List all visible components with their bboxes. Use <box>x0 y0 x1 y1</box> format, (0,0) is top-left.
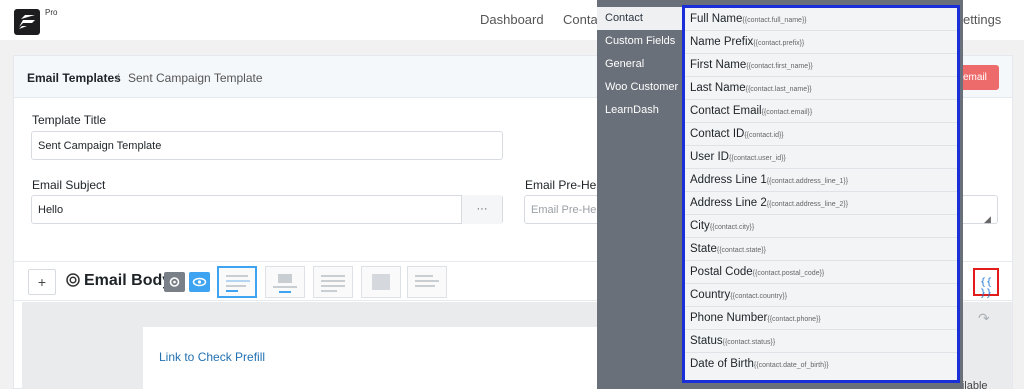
smartcode-tag: {{contact.state}} <box>716 247 766 254</box>
email-subject-label: Email Subject <box>32 178 106 192</box>
resize-handle-icon[interactable]: ◢ <box>984 214 991 225</box>
smartcode-item[interactable]: Status{{contact.status}} <box>685 330 957 353</box>
smartcode-item[interactable]: State{{contact.state}} <box>685 238 957 261</box>
smartcode-label: Contact ID <box>690 128 745 140</box>
design-template-thumb-1[interactable] <box>217 266 257 298</box>
smartcode-item[interactable]: Full Name{{contact.full_name}} <box>685 8 957 31</box>
smartcode-item[interactable]: Last Name{{contact.last_name}} <box>685 77 957 100</box>
smartcode-label: Postal Code <box>690 266 753 278</box>
design-template-thumb-3[interactable] <box>313 266 353 298</box>
design-template-thumb-2[interactable] <box>265 266 305 298</box>
template-title-input[interactable]: Sent Campaign Template <box>31 131 503 160</box>
send-test-email-button[interactable]: email <box>957 65 999 90</box>
smartcode-tag: {{contact.last_name}} <box>745 86 812 93</box>
design-template-thumb-4[interactable] <box>361 266 401 298</box>
app-logo[interactable] <box>14 9 40 35</box>
category-learndash[interactable]: LearnDash <box>597 99 682 122</box>
smartcode-list: Full Name{{contact.full_name}} Name Pref… <box>682 5 960 383</box>
smartcode-item[interactable]: Date of Birth{{contact.date_of_birth}} <box>685 353 957 376</box>
smartcode-item[interactable]: User ID{{contact.user_id}} <box>685 146 957 169</box>
prefill-link[interactable]: Link to Check Prefill <box>159 350 265 364</box>
smartcode-tag: {{contact.country}} <box>730 293 788 300</box>
smartcode-item[interactable]: Address Line 2{{contact.address_line_2}} <box>685 192 957 215</box>
nav-settings[interactable]: ettings <box>963 12 1001 27</box>
smartcode-item[interactable]: Address Line 1{{contact.address_line_1}} <box>685 169 957 192</box>
smartcode-label: State <box>690 243 717 255</box>
smartcode-label: Address Line 2 <box>690 197 767 209</box>
breadcrumb-separator: / <box>116 71 120 85</box>
category-general[interactable]: General <box>597 53 682 76</box>
smartcode-toggle-button[interactable]: {{ }} <box>973 268 999 299</box>
nav-dashboard[interactable]: Dashboard <box>480 12 544 27</box>
smartcode-item[interactable]: City{{contact.city}} <box>685 215 957 238</box>
template-title-label: Template Title <box>32 113 107 127</box>
smartcode-label: Status <box>690 335 723 347</box>
smartcode-tag: {{contact.postal_code}} <box>752 270 825 277</box>
preheader-label: Email Pre-Hea <box>525 178 604 192</box>
smartcode-tag: {{contact.city}} <box>709 224 755 231</box>
redo-icon[interactable]: ↷ <box>978 310 990 327</box>
smartcode-label: Address Line 1 <box>690 174 767 186</box>
smartcode-label: Full Name <box>690 13 743 25</box>
smartcode-label: Contact Email <box>690 105 762 117</box>
smartcode-tag: {{contact.date_of_birth}} <box>753 362 829 369</box>
smartcode-tag: {{contact.full_name}} <box>742 17 807 24</box>
category-custom-fields[interactable]: Custom Fields <box>597 30 682 53</box>
smartcode-item[interactable]: Phone Number{{contact.phone}} <box>685 307 957 330</box>
canvas-paper[interactable]: Link to Check Prefill <box>143 327 663 389</box>
lifebuoy-icon <box>66 273 80 287</box>
email-body-title: Email Body <box>84 272 172 289</box>
gear-icon <box>169 277 180 287</box>
category-contact[interactable]: Contact <box>597 7 682 30</box>
smartcode-label: User ID <box>690 151 729 163</box>
smartcode-tag: {{contact.address_line_1}} <box>766 178 849 185</box>
smartcode-categories: Contact Custom Fields General Woo Custom… <box>597 7 682 122</box>
smartcode-tag: {{contact.first_name}} <box>746 63 813 70</box>
preheader-placeholder: Email Pre-He <box>531 204 597 216</box>
smartcode-tag: {{contact.phone}} <box>767 316 821 323</box>
design-template-thumb-5[interactable] <box>407 266 447 298</box>
smartcode-tag: {{contact.id}} <box>744 132 784 139</box>
breadcrumb-current: Sent Campaign Template <box>128 71 263 85</box>
smartcode-item[interactable]: Country{{contact.country}} <box>685 284 957 307</box>
smartcode-tag: {{contact.address_line_2}} <box>766 201 849 208</box>
add-block-button[interactable]: + <box>28 269 56 295</box>
pro-badge: Pro <box>45 8 58 17</box>
smartcode-label: Date of Birth <box>690 358 754 370</box>
smartcode-item[interactable]: Contact Email{{contact.email}} <box>685 100 957 123</box>
category-woo-customer[interactable]: Woo Customer <box>597 76 682 99</box>
smartcode-label: City <box>690 220 710 232</box>
smartcode-label: Phone Number <box>690 312 768 324</box>
smartcode-item[interactable]: First Name{{contact.first_name}} <box>685 54 957 77</box>
smartcode-label: Last Name <box>690 82 746 94</box>
smartcode-label: Name Prefix <box>690 36 754 48</box>
email-subject-input[interactable]: Hello <box>31 195 503 224</box>
smartcode-item[interactable]: Name Prefix{{contact.prefix}} <box>685 31 957 54</box>
preview-button[interactable] <box>189 272 210 292</box>
subject-smartcode-button[interactable]: ··· <box>461 195 502 224</box>
smartcode-label: First Name <box>690 59 747 71</box>
smartcode-tag: {{contact.user_id}} <box>728 155 786 162</box>
eye-icon <box>192 277 207 287</box>
smartcode-item[interactable]: Postal Code{{contact.postal_code}} <box>685 261 957 284</box>
breadcrumb-root[interactable]: Email Templates <box>27 71 121 85</box>
smartcode-tag: {{contact.status}} <box>722 339 776 346</box>
smartcode-item[interactable]: Contact ID{{contact.id}} <box>685 123 957 146</box>
smartcode-tag: {{contact.email}} <box>761 109 813 116</box>
smartcode-label: Country <box>690 289 731 301</box>
smartcode-tag: {{contact.prefix}} <box>753 40 805 47</box>
smartcode-popover: Contact Custom Fields General Woo Custom… <box>597 0 963 389</box>
settings-button[interactable] <box>164 272 185 292</box>
